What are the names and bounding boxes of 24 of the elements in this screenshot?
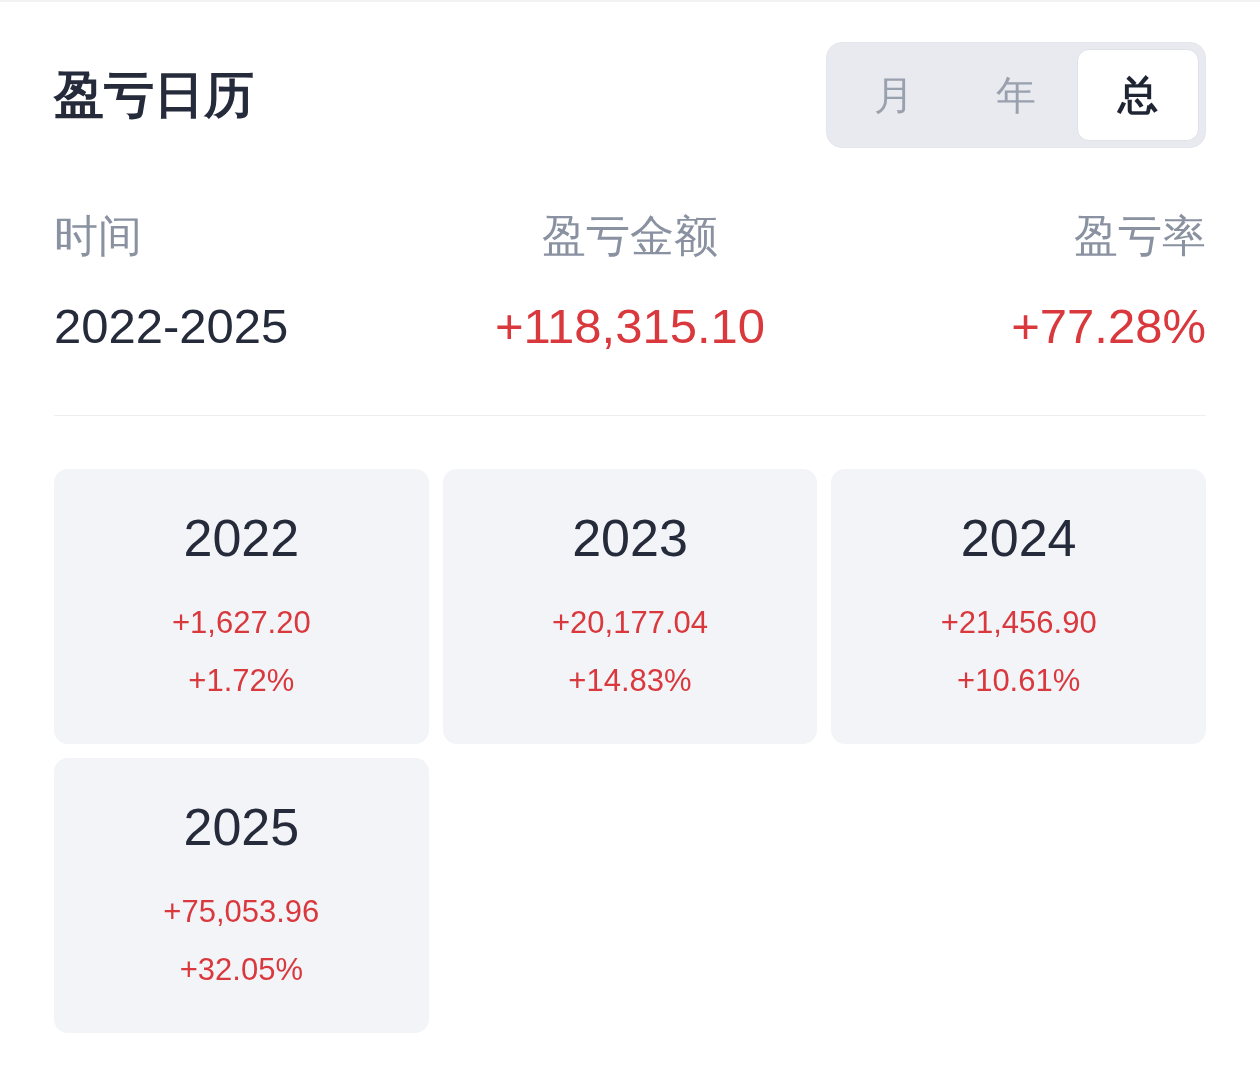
year-rate: +14.83% <box>568 662 692 700</box>
year-amount: +75,053.96 <box>163 893 320 931</box>
column-label: 时间 <box>54 210 142 262</box>
year-amount: +20,177.04 <box>552 604 708 642</box>
year-label: 2022 <box>183 508 300 568</box>
column-label: 盈亏率 <box>1074 210 1206 262</box>
page-title: 盈亏日历 <box>54 66 254 125</box>
summary-value: +118,315.10 <box>494 298 766 355</box>
year-rate: +10.61% <box>957 662 1081 700</box>
summary-value: 2022-2025 <box>54 298 289 355</box>
year-rate: +32.05% <box>179 951 303 989</box>
year-card[interactable]: 2022 +1,627.20 +1.72% <box>54 469 429 744</box>
column-label: 盈亏金额 <box>542 210 718 262</box>
year-amount: +1,627.20 <box>171 604 311 642</box>
summary-value: +77.28% <box>1011 298 1206 355</box>
year-card[interactable]: 2023 +20,177.04 +14.83% <box>442 469 818 744</box>
year-label: 2025 <box>183 797 300 857</box>
year-label: 2023 <box>572 508 688 568</box>
year-label: 2024 <box>960 508 1077 568</box>
year-rate: +1.72% <box>188 662 295 700</box>
year-card[interactable]: 2024 +21,456.90 +10.61% <box>831 469 1206 744</box>
year-amount: +21,456.90 <box>940 604 1097 642</box>
year-card[interactable]: 2025 +75,053.96 +32.05% <box>54 758 429 1033</box>
period-tab[interactable]: 总 <box>1077 49 1199 141</box>
